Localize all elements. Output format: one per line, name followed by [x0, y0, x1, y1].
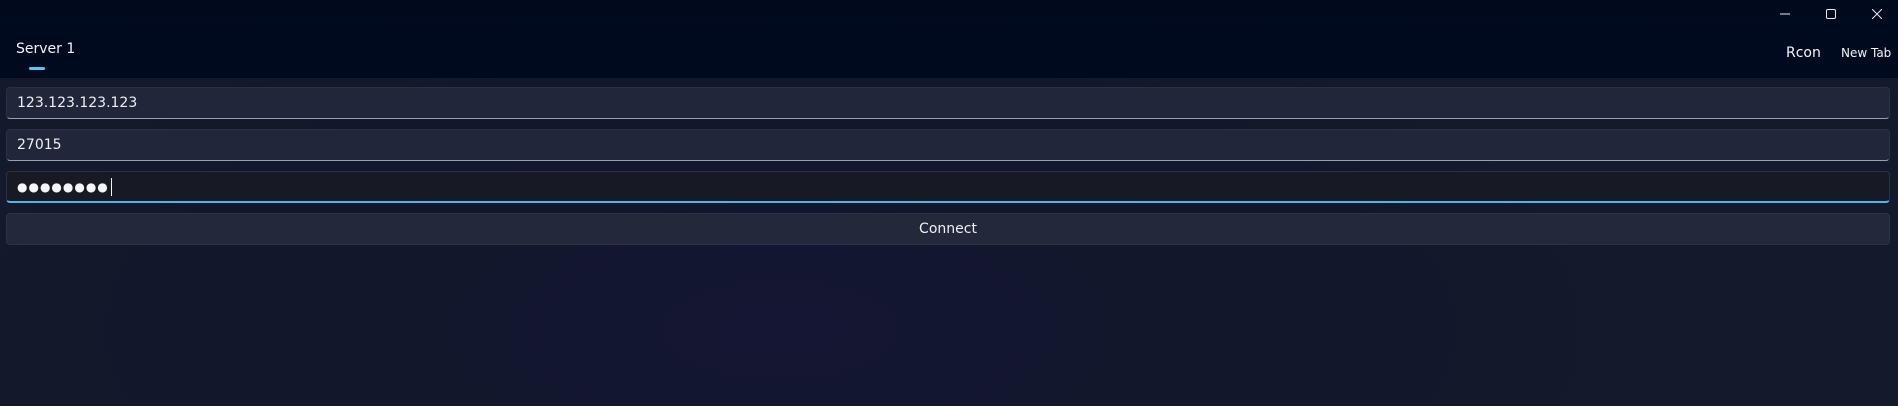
minimize-button[interactable] [1762, 0, 1808, 28]
password-masked-value: ●●●●●●●● [17, 179, 109, 194]
connect-button[interactable]: Connect [6, 213, 1890, 245]
minimize-icon [1780, 13, 1790, 15]
text-caret [110, 177, 112, 196]
new-tab-button[interactable]: New Tab [1841, 45, 1891, 61]
tab-label: Server 1 [16, 41, 76, 57]
ip-address-field[interactable] [6, 87, 1890, 119]
app-title: Rcon [1786, 45, 1821, 61]
tab-selected-indicator [29, 67, 45, 70]
tab-server-1[interactable]: Server 1 [4, 40, 87, 72]
maximize-icon [1826, 9, 1836, 19]
maximize-button[interactable] [1808, 0, 1854, 28]
port-input[interactable] [17, 137, 1889, 153]
title-bar: Server 1 Rcon New Tab [0, 0, 1898, 78]
port-field[interactable] [6, 129, 1890, 161]
ip-address-input[interactable] [17, 95, 1889, 111]
close-icon [1872, 9, 1882, 19]
password-field[interactable]: ●●●●●●●● [6, 171, 1890, 203]
close-button[interactable] [1854, 0, 1898, 28]
